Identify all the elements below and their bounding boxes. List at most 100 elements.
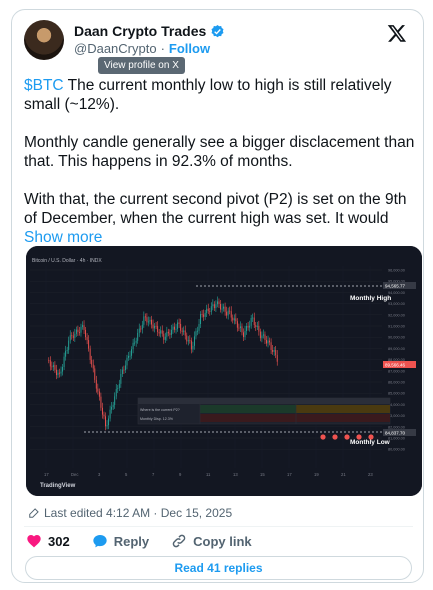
- candle-body: [238, 327, 240, 329]
- show-more-link[interactable]: Show more: [24, 229, 102, 246]
- copy-link-button[interactable]: Copy link: [171, 533, 252, 549]
- candle-body: [49, 360, 51, 367]
- candle-body: [138, 328, 140, 333]
- price-tick: 82,000.00: [388, 425, 405, 429]
- candle-body: [175, 328, 177, 330]
- candle-body: [203, 314, 205, 317]
- read-replies-button[interactable]: Read 41 replies: [25, 556, 412, 580]
- candle-body: [193, 336, 195, 346]
- price-tick: 83,000.00: [388, 414, 405, 418]
- time-tick: 13: [233, 472, 238, 477]
- candle-body: [140, 328, 142, 330]
- candle-body: [255, 325, 257, 327]
- candle-body: [180, 323, 182, 331]
- tweet-card: Daan Crypto Trades @DaanCrypto · Follow …: [11, 9, 424, 583]
- candle-body: [249, 325, 251, 328]
- candle-body: [154, 325, 156, 329]
- candle-body: [134, 342, 136, 344]
- time-tick: 17: [287, 472, 292, 477]
- candle-body: [170, 329, 172, 335]
- edited-text: Last edited 4:12 AM · Dec 15, 2025: [44, 506, 233, 520]
- candle-body: [85, 329, 87, 338]
- author-handle-row: @DaanCrypto · Follow: [74, 41, 210, 56]
- action-bar: 302 Reply Copy link: [26, 533, 274, 549]
- price-tick: 92,000.00: [388, 313, 405, 317]
- price-tick: 89,000.00: [388, 347, 405, 351]
- price-tick: 85,000.00: [388, 392, 405, 396]
- candle-body: [51, 366, 53, 368]
- verified-badge-icon: [211, 24, 224, 37]
- price-tick: 96,000.00: [388, 269, 405, 273]
- candle-body: [195, 331, 197, 337]
- reply-icon: [93, 535, 107, 548]
- candle-body: [132, 342, 134, 350]
- tweet-para-3: With that, the current second pivot (P2)…: [24, 190, 416, 247]
- candle-body: [221, 308, 223, 310]
- candle-body: [169, 333, 171, 335]
- stats-table: Where is the current P2? Monthly Disp. 1…: [137, 397, 391, 425]
- author-handle[interactable]: @DaanCrypto: [74, 41, 157, 56]
- candle-body: [126, 357, 128, 366]
- candle-body: [91, 359, 93, 365]
- candle-body: [57, 372, 59, 376]
- candle-body: [184, 330, 186, 336]
- like-count: 302: [48, 533, 70, 549]
- candle-body: [105, 416, 106, 427]
- candle-body: [78, 332, 80, 333]
- divider: [24, 526, 413, 527]
- candle-body: [92, 364, 94, 369]
- candle-body: [213, 304, 215, 309]
- event-marker-icon: [344, 434, 350, 440]
- event-marker-icon: [368, 434, 374, 440]
- candle-body: [72, 335, 74, 338]
- follow-button[interactable]: Follow: [169, 41, 210, 56]
- avatar[interactable]: [24, 20, 64, 60]
- candle-body: [266, 340, 267, 344]
- x-logo-icon[interactable]: [387, 23, 407, 43]
- candle-body: [109, 409, 111, 419]
- price-tick: 91,000.00: [388, 325, 405, 329]
- tweet-text: $BTC The current monthly low to high is …: [24, 76, 416, 247]
- tweet-para-3-text: With that, the current second pivot (P2)…: [24, 191, 407, 227]
- candle-body: [216, 301, 218, 305]
- candle-body: [75, 329, 77, 334]
- cashtag-link[interactable]: $BTC: [24, 77, 64, 94]
- edit-icon: [29, 508, 39, 518]
- table-row-1-label: Where is the current P2?: [140, 408, 180, 412]
- chart-image[interactable]: Bitcoin / U.S. Dollar · 4h · INDX 96,000…: [26, 246, 422, 496]
- candle-body: [218, 301, 220, 305]
- candle-body: [246, 326, 248, 331]
- candle-body: [55, 369, 57, 376]
- candle-body: [141, 324, 143, 330]
- candle-body: [252, 317, 254, 319]
- candle-body: [177, 322, 179, 329]
- candle-body: [253, 317, 255, 326]
- tweet-para-2: Monthly candle generally see a bigger di…: [24, 134, 415, 170]
- candle-body: [275, 349, 277, 356]
- candle-body: [69, 335, 71, 341]
- reply-button[interactable]: Reply: [92, 533, 149, 549]
- author-name[interactable]: Daan Crypto Trades: [74, 23, 206, 39]
- candle-body: [129, 355, 131, 357]
- candle-body: [272, 349, 274, 352]
- event-marker-icon: [332, 434, 338, 440]
- candle-body: [97, 388, 99, 392]
- edited-info[interactable]: Last edited 4:12 AM · Dec 15, 2025: [28, 506, 232, 520]
- like-button[interactable]: 302: [26, 533, 70, 549]
- candle-body: [232, 317, 234, 321]
- tweet-para-1: $BTC The current monthly low to high is …: [24, 76, 416, 114]
- candle-body: [227, 310, 229, 316]
- candle-body: [120, 373, 122, 384]
- candle-body: [54, 365, 56, 370]
- candle-body: [83, 325, 85, 330]
- candle-body: [174, 326, 175, 330]
- candle-body: [164, 336, 166, 340]
- candle-body: [178, 322, 180, 324]
- link-icon: [172, 534, 186, 548]
- candle-body: [123, 369, 125, 371]
- candle-body: [226, 311, 228, 316]
- candle-body: [114, 396, 116, 405]
- candle-body: [207, 308, 209, 311]
- copy-link-label: Copy link: [193, 533, 252, 549]
- candle-body: [223, 306, 225, 309]
